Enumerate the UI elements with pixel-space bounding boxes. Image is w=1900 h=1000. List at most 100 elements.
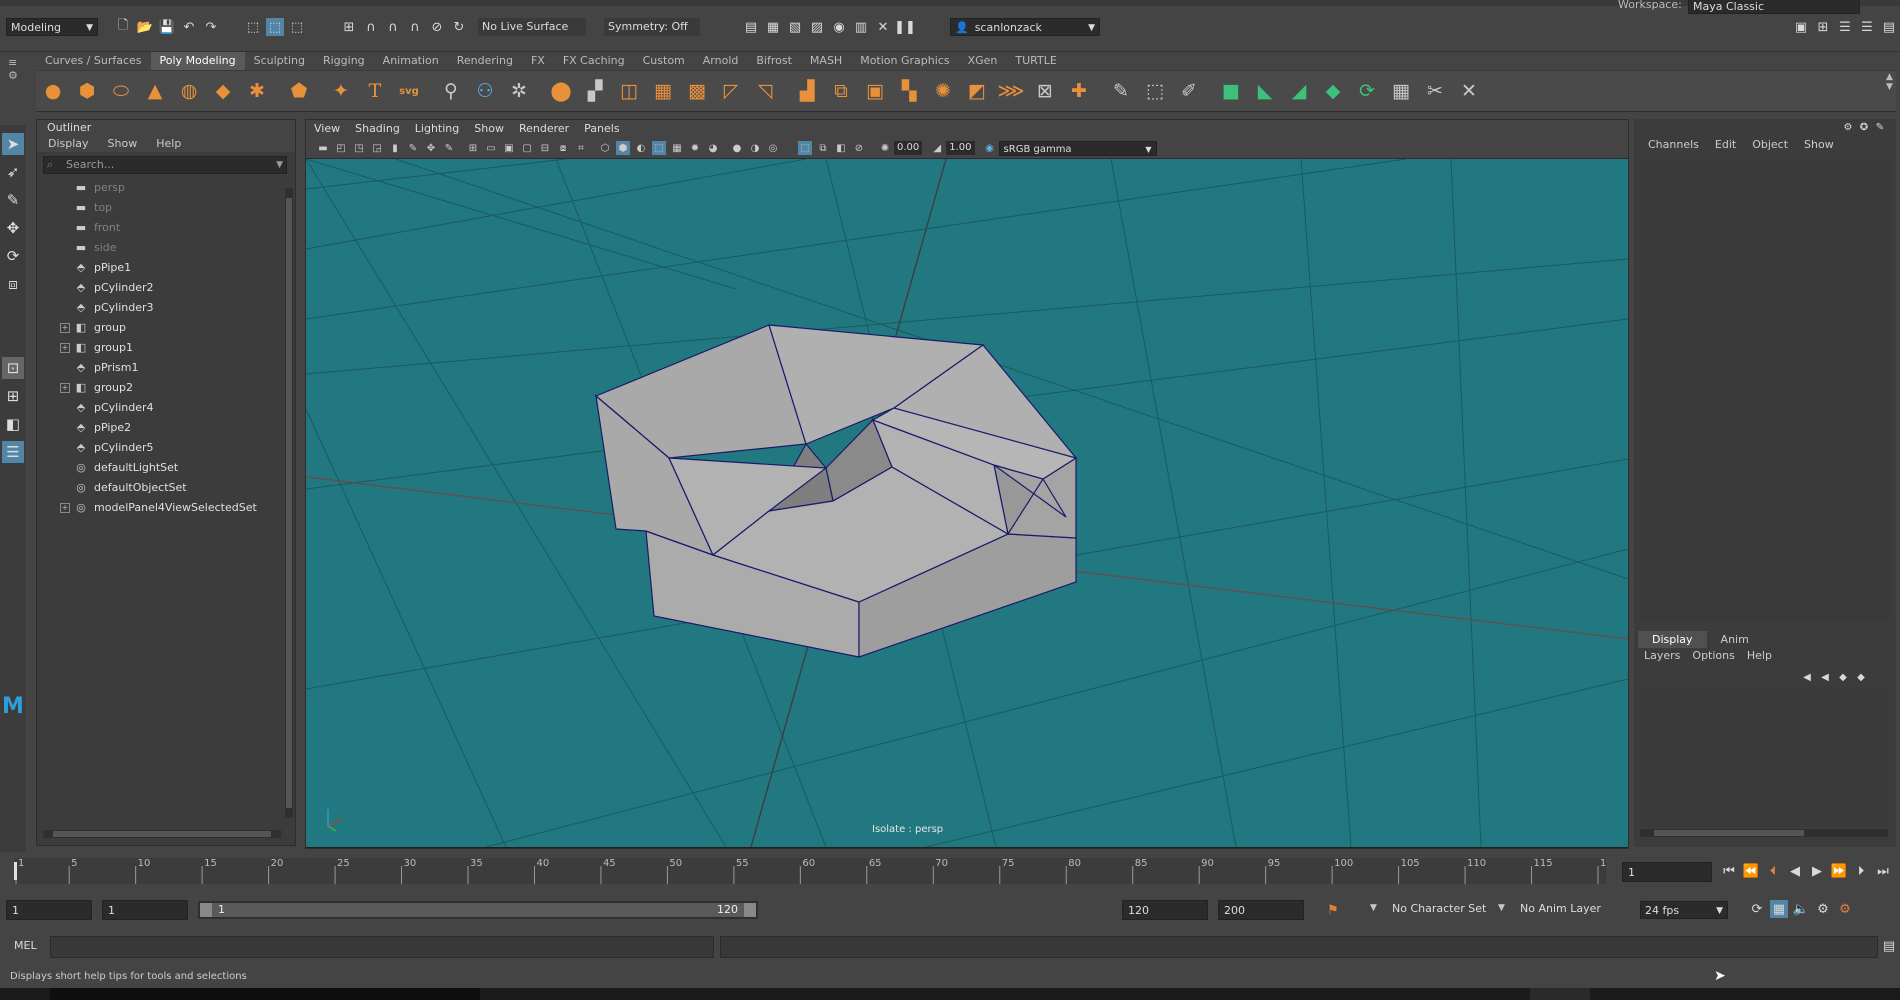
outliner-item[interactable]: + ◎ modelPanel4ViewSelectedSet xyxy=(37,498,295,518)
layout-single-icon[interactable]: ▣ xyxy=(1792,18,1810,36)
shelf-tab-arnold[interactable]: Arnold xyxy=(694,52,748,70)
motion-blur-icon[interactable]: ◑ xyxy=(748,141,762,155)
user-dropdown[interactable]: 👤 scanlonzack ▼ xyxy=(950,18,1100,36)
viewport-menu-renderer[interactable]: Renderer xyxy=(511,120,576,138)
hypershade-icon[interactable]: ◉ xyxy=(830,18,848,36)
make-live-icon[interactable]: ⊘ xyxy=(428,18,446,36)
arnold-render-icon[interactable]: ▥ xyxy=(852,18,870,36)
safe-title-icon[interactable]: ⌗ xyxy=(574,141,588,155)
taskbar-active-app[interactable] xyxy=(1530,988,1590,1000)
outliner-search[interactable]: ⌕ Search... ▼ xyxy=(43,156,287,174)
uv-editor-icon[interactable]: ■ xyxy=(1217,77,1245,105)
center-pivot-icon[interactable]: ✲ xyxy=(505,77,533,105)
step-forward-frame-icon[interactable]: ⏵ xyxy=(1852,862,1870,880)
range-start-handle[interactable] xyxy=(200,903,212,917)
platonic-solid-icon[interactable]: ⬟ xyxy=(285,77,313,105)
scale-tool-icon[interactable]: ⧈ xyxy=(2,273,24,295)
outliner-menu-help[interactable]: Help xyxy=(145,136,189,152)
camera-2d-pan-icon[interactable]: ▮ xyxy=(388,141,402,155)
gamma-icon[interactable]: ◢ xyxy=(930,141,944,155)
uv-layout-icon[interactable]: ▦ xyxy=(1387,77,1415,105)
channel-menu-object[interactable]: Object xyxy=(1744,138,1796,151)
isolate-select-icon[interactable]: ⬚ xyxy=(798,141,812,155)
taskbar-search[interactable] xyxy=(50,988,480,1000)
single-view-layout-icon[interactable]: ⊡ xyxy=(2,357,24,379)
go-to-end-icon[interactable]: ⏭ xyxy=(1874,862,1892,880)
append-icon[interactable]: ◹ xyxy=(751,77,779,105)
paint-select-icon[interactable]: ✎ xyxy=(2,189,24,211)
step-back-key-icon[interactable]: ⏪ xyxy=(1742,862,1760,880)
expand-icon[interactable]: + xyxy=(60,343,70,353)
booleans-icon[interactable]: ▦ xyxy=(649,77,677,105)
ambient-occlusion-icon[interactable]: ● xyxy=(730,141,744,155)
current-frame-field[interactable]: 1 xyxy=(1622,862,1712,882)
shadows-icon[interactable]: ◕ xyxy=(706,141,720,155)
undo-icon[interactable]: ↶ xyxy=(180,18,198,36)
ipr-render-icon[interactable]: ▧ xyxy=(786,18,804,36)
lasso-tool-icon[interactable]: ➶ xyxy=(2,161,24,183)
outliner-hscroll-thumb[interactable] xyxy=(53,831,271,837)
outliner-item[interactable]: ⬘ pCylinder5 xyxy=(37,438,295,458)
combine-icon[interactable]: ⬤ xyxy=(547,77,575,105)
layer-hscroll-thumb[interactable] xyxy=(1654,830,1804,836)
live-surface-field[interactable]: No Live Surface xyxy=(478,18,586,36)
poly-disc-icon[interactable]: ✱ xyxy=(243,77,271,105)
play-forward-icon[interactable]: ▶ xyxy=(1808,862,1826,880)
auto-key-icon[interactable]: ⚑ xyxy=(1324,901,1342,919)
outliner-item[interactable]: + ◧ group1 xyxy=(37,338,295,358)
quad-draw-icon[interactable]: ✐ xyxy=(1175,77,1203,105)
outliner-item[interactable]: ◎ defaultObjectSet xyxy=(37,478,295,498)
outliner-item[interactable]: ▬ side xyxy=(37,238,295,258)
extrude-icon[interactable]: ▟ xyxy=(793,77,821,105)
workspace-dropdown[interactable]: Maya Classic xyxy=(1688,0,1860,14)
outliner-item[interactable]: + ◧ group xyxy=(37,318,295,338)
layer-menu-layers[interactable]: Layers xyxy=(1640,649,1688,662)
viewport-canvas[interactable]: Isolate : persp xyxy=(306,159,1628,847)
bridge-icon[interactable]: ◸ xyxy=(717,77,745,105)
cache-playback-icon[interactable]: ▦ xyxy=(1770,900,1788,918)
tool-settings-icon[interactable]: ✪ xyxy=(1858,121,1870,133)
field-chart-icon[interactable]: ⊟ xyxy=(538,141,552,155)
layer-menu-options[interactable]: Options xyxy=(1688,649,1742,662)
outliner-vscroll-thumb[interactable] xyxy=(286,198,292,808)
auto-key-toggle-icon[interactable]: ⚙ xyxy=(1836,900,1854,918)
attribute-editor-icon[interactable]: ⚙ xyxy=(1842,121,1854,133)
exposure-icon[interactable]: ✺ xyxy=(878,141,892,155)
shelf-tab-motion-graphics[interactable]: Motion Graphics xyxy=(851,52,958,70)
automatic-map-icon[interactable]: ⟳ xyxy=(1353,77,1381,105)
shelf-tab-fx[interactable]: FX xyxy=(522,52,554,70)
script-editor-icon[interactable]: ▤ xyxy=(1880,937,1898,955)
snap-surface-icon[interactable]: ↻ xyxy=(450,18,468,36)
layer-tab-display[interactable]: Display xyxy=(1638,631,1707,648)
move-tool-icon[interactable]: ✥ xyxy=(2,217,24,239)
smooth-icon[interactable]: ⚇ xyxy=(471,77,499,105)
expand-icon[interactable]: + xyxy=(60,383,70,393)
playback-start-field[interactable]: 1 xyxy=(102,900,188,920)
step-forward-key-icon[interactable]: ⏩ xyxy=(1830,862,1848,880)
antialiasing-icon[interactable]: ◎ xyxy=(766,141,780,155)
lights-icon[interactable]: ✹ xyxy=(688,141,702,155)
current-time-marker[interactable] xyxy=(14,862,17,880)
layer-hscrollbar[interactable] xyxy=(1640,829,1888,837)
viewport-menu-panels[interactable]: Panels xyxy=(576,120,626,138)
shelf-tab-rigging[interactable]: Rigging xyxy=(314,52,374,70)
fill-hole-icon[interactable]: ▣ xyxy=(861,77,889,105)
snap-grid-icon[interactable]: ⊞ xyxy=(340,18,358,36)
poly-cube-icon[interactable]: ⬢ xyxy=(73,77,101,105)
play-backward-icon[interactable]: ◀ xyxy=(1786,862,1804,880)
viewport-menu-show[interactable]: Show xyxy=(466,120,511,138)
outliner-item[interactable]: ⬘ pPipe2 xyxy=(37,418,295,438)
shelf-menu-icon[interactable]: ≡ ⚙ xyxy=(8,56,20,116)
image-plane-icon[interactable]: ◲ xyxy=(370,141,384,155)
viewport-menu-view[interactable]: View xyxy=(306,120,347,138)
range-end-handle[interactable] xyxy=(744,903,756,917)
outliner-menu-display[interactable]: Display xyxy=(37,136,97,152)
layout-side-icon[interactable]: ☰ xyxy=(1836,18,1854,36)
snap-point-icon[interactable]: ∩ xyxy=(384,18,402,36)
channel-menu-show[interactable]: Show xyxy=(1796,138,1842,151)
shelf-tab-sculpting[interactable]: Sculpting xyxy=(245,52,314,70)
expand-icon[interactable]: + xyxy=(60,323,70,333)
sculpt-tool-icon[interactable]: ⚲ xyxy=(437,77,465,105)
sound-icon[interactable]: 🔈 xyxy=(1792,900,1810,918)
shelf-tab-turtle[interactable]: TURTLE xyxy=(1006,52,1065,70)
